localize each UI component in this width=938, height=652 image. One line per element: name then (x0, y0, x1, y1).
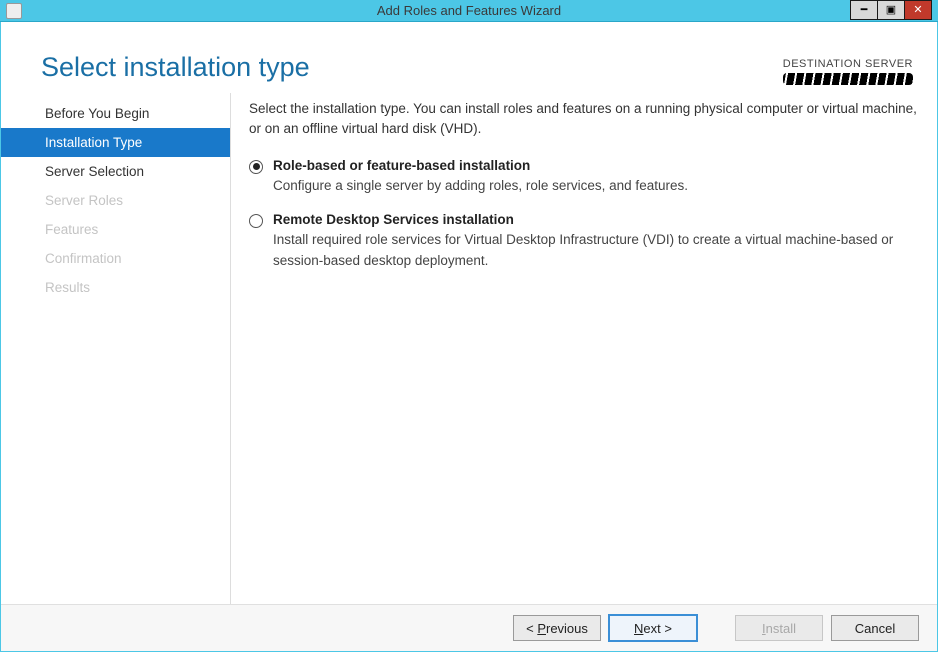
sidebar-item-label: Before You Begin (45, 106, 149, 121)
maximize-button[interactable]: ▣ (877, 0, 905, 20)
minimize-button[interactable]: ━ (850, 0, 878, 20)
sidebar-item-label: Installation Type (45, 135, 142, 150)
sidebar-item-features: Features (1, 215, 230, 244)
sidebar-item-server-roles: Server Roles (1, 186, 230, 215)
sidebar-item-installation-type[interactable]: Installation Type (1, 128, 230, 157)
wizard-sidebar: Before You Begin Installation Type Serve… (1, 93, 231, 604)
sidebar-item-results: Results (1, 273, 230, 302)
wizard-content: Select the installation type. You can in… (249, 93, 917, 604)
destination-block: DESTINATION SERVER (783, 58, 913, 85)
wizard-header: Select installation type DESTINATION SER… (1, 22, 937, 93)
radio-icon[interactable] (249, 214, 263, 228)
window-title: Add Roles and Features Wizard (377, 3, 561, 18)
intro-text: Select the installation type. You can in… (249, 99, 917, 140)
sidebar-item-confirmation: Confirmation (1, 244, 230, 273)
client-area: Select installation type DESTINATION SER… (0, 22, 938, 652)
option-text: Remote Desktop Services installation Ins… (273, 210, 917, 271)
sidebar-item-server-selection[interactable]: Server Selection (1, 157, 230, 186)
install-button: Install (735, 615, 823, 641)
sidebar-item-label: Server Roles (45, 193, 123, 208)
sidebar-item-label: Confirmation (45, 251, 122, 266)
page-title: Select installation type (41, 52, 907, 83)
option-desc: Configure a single server by adding role… (273, 176, 917, 196)
next-button[interactable]: Next > (609, 615, 697, 641)
close-button[interactable]: ✕ (904, 0, 932, 20)
wizard-footer: < Previous Next > Install Cancel (1, 604, 937, 651)
cancel-button[interactable]: Cancel (831, 615, 919, 641)
destination-server-name (783, 73, 913, 85)
option-title: Role-based or feature-based installation (273, 156, 917, 176)
option-title: Remote Desktop Services installation (273, 210, 917, 230)
app-icon (6, 3, 22, 19)
wizard-body: Before You Begin Installation Type Serve… (1, 93, 937, 604)
sidebar-item-label: Features (45, 222, 98, 237)
sidebar-item-label: Results (45, 280, 90, 295)
option-role-based[interactable]: Role-based or feature-based installation… (249, 156, 917, 197)
window-controls: ━ ▣ ✕ (851, 0, 932, 20)
button-spacer (705, 615, 727, 641)
sidebar-item-label: Server Selection (45, 164, 144, 179)
previous-button[interactable]: < Previous (513, 615, 601, 641)
sidebar-item-before-you-begin[interactable]: Before You Begin (1, 99, 230, 128)
option-desc: Install required role services for Virtu… (273, 230, 917, 271)
option-text: Role-based or feature-based installation… (273, 156, 917, 197)
radio-icon[interactable] (249, 160, 263, 174)
destination-label: DESTINATION SERVER (783, 58, 913, 70)
title-bar: Add Roles and Features Wizard ━ ▣ ✕ (0, 0, 938, 22)
option-remote-desktop[interactable]: Remote Desktop Services installation Ins… (249, 210, 917, 271)
